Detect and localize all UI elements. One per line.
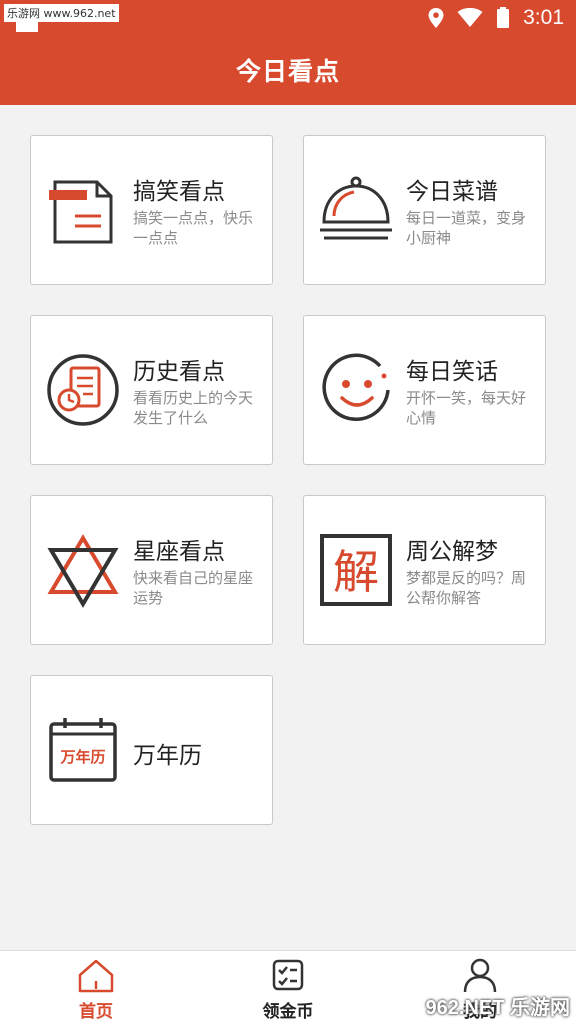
svg-text:解: 解 <box>333 545 379 599</box>
user-icon <box>463 958 497 993</box>
card-title: 星座看点 <box>133 539 225 565</box>
wifi-icon <box>457 8 483 27</box>
status-icons: 3:01 <box>427 6 564 30</box>
card-title: 今日菜谱 <box>406 179 498 205</box>
tab-label: 领金币 <box>262 1002 314 1022</box>
smiley-icon <box>322 353 390 422</box>
card-desc: 快来看自己的星座运势 <box>133 569 254 607</box>
card-jokes[interactable]: 每日笑话 开怀一笑，每天好心情 <box>303 315 546 465</box>
page-title: 今日看点 <box>235 57 340 86</box>
tab-label: 首页 <box>79 1002 113 1022</box>
card-calendar[interactable]: 万年历 万年历 <box>30 675 273 825</box>
notification-icon <box>16 20 38 32</box>
card-title: 历史看点 <box>133 359 225 385</box>
cloche-icon <box>320 176 392 240</box>
card-desc: 每日一道菜，变身小厨神 <box>406 209 527 247</box>
battery-icon <box>497 7 510 28</box>
tab-earn-coins[interactable]: 领金币 <box>228 955 348 1022</box>
card-recipe[interactable]: 今日菜谱 每日一道菜，变身小厨神 <box>303 135 546 285</box>
checklist-icon <box>272 959 304 991</box>
star-icon <box>47 534 119 608</box>
location-icon <box>428 8 444 28</box>
home-icon <box>78 959 114 993</box>
app-bar: 乐游网 www.962.net 3:01 今日看点 <box>0 0 576 105</box>
card-dream[interactable]: 解 周公解梦 梦都是反的吗？周公帮你解答 <box>303 495 546 645</box>
dream-seal-icon: 解 <box>320 534 392 606</box>
card-funny[interactable]: 搞笑看点 搞笑一点点，快乐一点点 <box>30 135 273 285</box>
card-desc: 看看历史上的今天发生了什么 <box>133 389 254 427</box>
svg-text:万年历: 万年历 <box>59 748 105 766</box>
card-title: 周公解梦 <box>406 539 498 565</box>
calendar-icon: 万年历 <box>49 718 117 782</box>
document-icon <box>49 180 113 244</box>
card-desc: 搞笑一点点，快乐一点点 <box>133 209 254 247</box>
card-title: 每日笑话 <box>406 359 498 385</box>
history-icon <box>47 354 119 426</box>
site-watermark: 962.NET 乐游网 <box>425 997 570 1019</box>
card-horoscope[interactable]: 星座看点 快来看自己的星座运势 <box>30 495 273 645</box>
bottom-nav: 首页 领金币 我的 962.NET 乐游网 <box>0 950 576 1024</box>
card-title: 万年历 <box>133 743 202 769</box>
card-desc: 梦都是反的吗？周公帮你解答 <box>406 569 527 607</box>
tab-home[interactable]: 首页 <box>36 955 156 1022</box>
card-title: 搞笑看点 <box>133 179 225 205</box>
status-time: 3:01 <box>523 6 564 29</box>
card-desc: 开怀一笑，每天好心情 <box>406 389 527 427</box>
card-history[interactable]: 历史看点 看看历史上的今天发生了什么 <box>30 315 273 465</box>
